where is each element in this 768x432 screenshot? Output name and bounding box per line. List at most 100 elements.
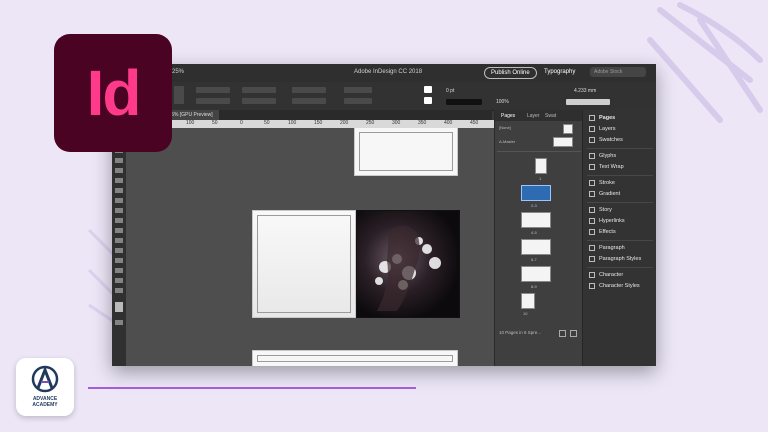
pages-count-status: 10 Pages in 6 Spre...	[499, 330, 542, 335]
spread-thumb-2-3[interactable]	[521, 185, 551, 201]
text-wrap-icon	[589, 163, 595, 170]
page-thumbnail-bottom[interactable]	[252, 350, 458, 366]
fill-stroke-icon[interactable]	[115, 302, 123, 312]
x-field[interactable]	[196, 87, 230, 93]
gradient-icon	[589, 190, 595, 197]
zoom-tool-icon[interactable]	[115, 288, 123, 293]
h-field[interactable]	[242, 98, 276, 104]
w-field[interactable]	[242, 87, 276, 93]
indesign-window: 25% Adobe InDesign CC 2018 Publish Onlin…	[112, 64, 656, 366]
reference-point-icon[interactable]	[174, 86, 184, 104]
hand-tool-icon[interactable]	[115, 278, 123, 283]
dock-label: Effects	[599, 229, 616, 235]
scale-y-field[interactable]	[292, 98, 326, 104]
eyedropper-tool-icon[interactable]	[115, 268, 123, 273]
dock-item-story[interactable]: Story	[589, 206, 612, 215]
type-tool-icon[interactable]	[115, 168, 123, 173]
direct-selection-tool-icon[interactable]	[115, 158, 123, 163]
glyphs-icon	[589, 152, 595, 159]
spread-left-page[interactable]	[252, 210, 356, 318]
tab-swatches[interactable]: Swat	[545, 113, 556, 119]
dock-item-hyperlinks[interactable]: Hyperlinks	[589, 217, 625, 226]
dock-item-character[interactable]: Character	[589, 271, 623, 280]
spread-right-page-photo[interactable]	[356, 210, 460, 318]
none-master-thumb[interactable]	[563, 124, 573, 134]
tab-layers[interactable]: Layer	[527, 113, 540, 119]
dock-item-effects[interactable]: Effects	[589, 228, 616, 237]
rotate-field[interactable]	[344, 87, 372, 93]
advance-academy-logo: ADVANCE ACADEMY	[16, 358, 74, 416]
style-dropdown[interactable]	[566, 99, 610, 105]
ruler-tick: 100	[288, 120, 297, 126]
accent-underline	[88, 387, 416, 389]
dock-item-paragraph[interactable]: Paragraph	[589, 244, 625, 253]
y-field[interactable]	[196, 98, 230, 104]
scissors-tool-icon[interactable]	[115, 228, 123, 233]
dock-label: Text Wrap	[599, 164, 624, 170]
academy-wordmark: ADVANCE ACADEMY	[16, 396, 74, 408]
shear-field[interactable]	[344, 98, 372, 104]
spread-thumb-6-7[interactable]	[521, 239, 551, 255]
document-canvas[interactable]	[126, 128, 494, 366]
academy-a-mark-icon	[31, 365, 59, 393]
spread-thumb-8-9[interactable]	[521, 266, 551, 282]
a-master-thumb[interactable]	[553, 137, 573, 147]
dock-item-paragraph-styles[interactable]: Paragraph Styles	[589, 255, 641, 264]
indesign-logo: Id	[54, 34, 172, 152]
ruler-tick: 350	[418, 120, 427, 126]
dock-item-glyphs[interactable]: Glyphs	[589, 152, 616, 161]
dock-label: Character Styles	[599, 283, 640, 289]
page-thumbnail-top[interactable]	[354, 128, 458, 176]
workspace-switcher[interactable]: Typography	[544, 69, 575, 75]
delete-page-icon[interactable]	[570, 330, 577, 337]
dock-item-pages[interactable]: Pages	[589, 114, 615, 123]
dock-item-swatches[interactable]: Swatches	[589, 136, 623, 145]
rectangle-tool-icon[interactable]	[115, 218, 123, 223]
screen-mode-icon[interactable]	[115, 320, 123, 325]
dock-item-gradient[interactable]: Gradient	[589, 190, 620, 199]
note-tool-icon[interactable]	[115, 258, 123, 263]
page-label-1: 1	[539, 176, 542, 181]
hyperlinks-icon	[589, 217, 595, 224]
a-master-label[interactable]: A-Master	[499, 139, 515, 144]
dock-item-stroke[interactable]: Stroke	[589, 179, 615, 188]
none-master-label[interactable]: [None]	[499, 125, 511, 130]
ruler-tick: 0	[240, 120, 243, 126]
stroke-type[interactable]	[446, 99, 482, 105]
dock-separator	[587, 148, 653, 149]
pen-tool-icon[interactable]	[115, 188, 123, 193]
stroke-swatch[interactable]	[424, 97, 432, 104]
dock-separator	[587, 175, 653, 176]
spread-thumb-4-5[interactable]	[521, 212, 551, 228]
title-bar: 25% Adobe InDesign CC 2018 Publish Onlin…	[112, 64, 656, 82]
stroke-weight[interactable]: 0 pt	[446, 88, 454, 94]
dock-item-text-wrap[interactable]: Text Wrap	[589, 163, 624, 172]
pencil-tool-icon[interactable]	[115, 198, 123, 203]
page-margin-guide	[359, 132, 453, 171]
character-styles-icon	[589, 282, 595, 289]
page-thumb-10[interactable]	[521, 293, 535, 309]
line-tool-icon[interactable]	[115, 178, 123, 183]
bokeh-photo-image	[375, 225, 441, 311]
publish-online-button[interactable]: Publish Online	[484, 67, 537, 79]
dock-label: Glyphs	[599, 153, 617, 159]
page-thumb-1[interactable]	[535, 158, 547, 174]
dock-item-character-styles[interactable]: Character Styles	[589, 282, 640, 291]
new-page-icon[interactable]	[559, 330, 566, 337]
gradient-tool-icon[interactable]	[115, 248, 123, 253]
free-transform-tool-icon[interactable]	[115, 238, 123, 243]
paragraph-icon	[589, 244, 595, 251]
search-input[interactable]: Adobe Stock	[590, 67, 646, 77]
scale-x-field[interactable]	[292, 87, 326, 93]
tab-pages[interactable]: Pages	[501, 113, 515, 119]
pages-panel: Pages Layer Swat [None] A-Master 1 2-3 4…	[494, 110, 583, 366]
zoom-level[interactable]: 25%	[172, 69, 184, 75]
opacity-field[interactable]: 100%	[496, 99, 509, 105]
story-icon	[589, 206, 595, 213]
fill-swatch[interactable]	[424, 86, 432, 93]
ruler-tick: 50	[264, 120, 270, 126]
width-field[interactable]: 4.233 mm	[574, 88, 596, 94]
rectangle-frame-tool-icon[interactable]	[115, 208, 123, 213]
dock-item-layers[interactable]: Layers	[589, 125, 616, 134]
ruler-tick: 450	[470, 120, 479, 126]
